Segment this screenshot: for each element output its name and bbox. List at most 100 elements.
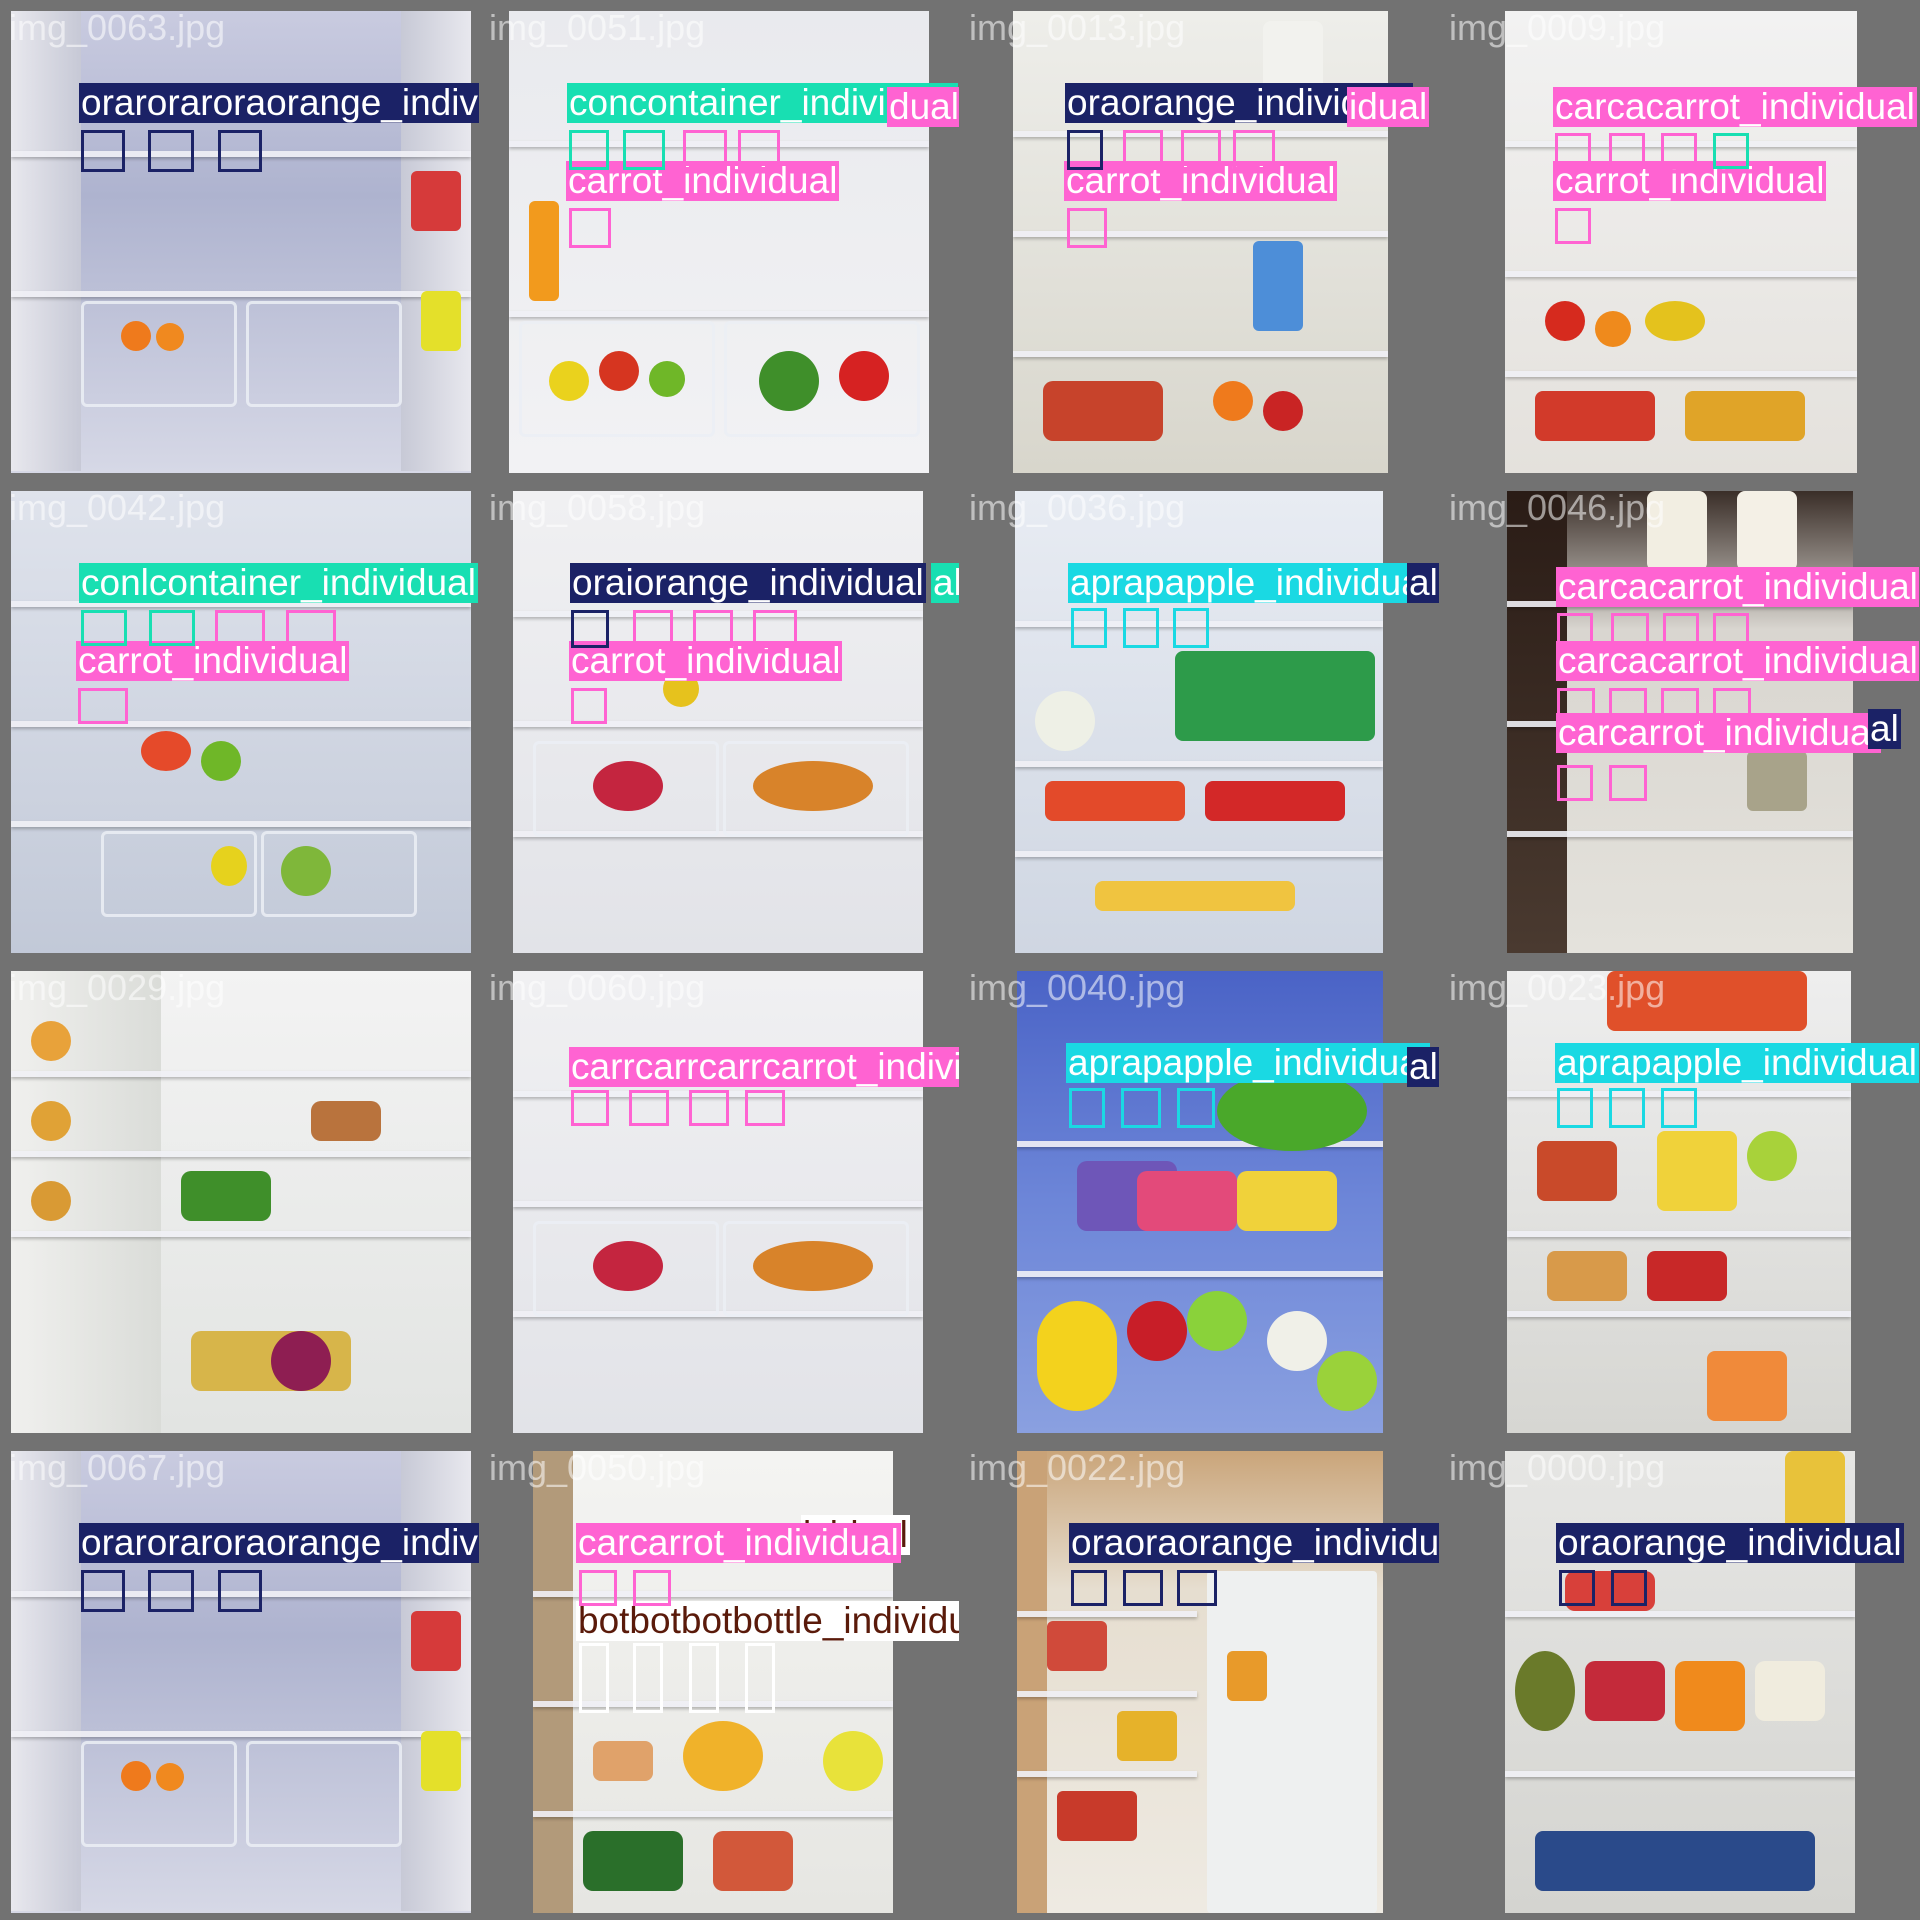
carrot-bounding-box: [1067, 208, 1107, 248]
carrot-bounding-box: [1609, 688, 1647, 724]
detection-label: oraiorange_individual: [570, 562, 926, 603]
tile-img-0042: img_0042.jpg conlcontainer_individual du…: [3, 483, 479, 959]
bottle-bounding-box: [689, 1643, 719, 1713]
fridge-photo: [1505, 1451, 1855, 1913]
apple-bounding-box: [1173, 608, 1209, 648]
detection-label: idual: [1347, 86, 1430, 127]
carrot-bounding-box: [1555, 208, 1591, 244]
tile-img-0022: img_0022.jpg oraoraorange_individual: [963, 1443, 1439, 1919]
image-filename: img_0042.jpg: [9, 487, 226, 528]
detection-label: oraroraroraorange_individual: [79, 1523, 479, 1563]
carrot-bounding-box: [569, 208, 611, 248]
carrot-bounding-box: [1713, 133, 1749, 169]
image-filename: img_0029.jpg: [9, 967, 226, 1008]
carrot-bounding-box: [1663, 613, 1699, 649]
carrot-bounding-box: [571, 1090, 609, 1126]
apple-bounding-box: [1661, 1088, 1697, 1128]
detection-label: carcacarrot_individual: [1556, 566, 1919, 607]
orange-bounding-box: [571, 610, 609, 648]
apple-bounding-box: [1177, 1088, 1215, 1128]
carrot-bounding-box: [1609, 765, 1647, 801]
image-filename: img_0046.jpg: [1449, 487, 1666, 528]
orange-bounding-box: [218, 130, 262, 172]
detection-label: oraorange_individual: [1556, 1522, 1904, 1563]
carrot-bounding-box: [629, 1090, 669, 1126]
image-filename: img_0022.jpg: [969, 1447, 1186, 1488]
orange-bounding-box: [1123, 1570, 1163, 1606]
detection-label: aprapapple_individual: [1068, 562, 1433, 603]
orange-bounding-box: [81, 1570, 125, 1612]
orange-bounding-box: [81, 130, 125, 172]
apple-bounding-box: [1123, 608, 1159, 648]
tile-img-0023: img_0023.jpg aprapapple_individual: [1443, 963, 1919, 1439]
image-filename: img_0063.jpg: [9, 7, 226, 48]
carrot-bounding-box: [1557, 765, 1593, 801]
image-filename: img_0058.jpg: [489, 487, 706, 528]
detection-label: conlcontainer_individual: [79, 562, 478, 603]
orange-bounding-box: [693, 610, 733, 648]
container-bounding-box: [569, 130, 609, 170]
container-bounding-box: [215, 610, 265, 646]
container-bounding-box: [623, 130, 665, 170]
tile-img-0040: img_0040.jpg aprapapple_individual al: [963, 963, 1439, 1439]
image-filename: img_0023.jpg: [1449, 967, 1666, 1008]
orange-bounding-box: [633, 610, 673, 648]
apple-bounding-box: [1557, 1088, 1593, 1128]
orange-bounding-box: [148, 130, 194, 172]
carrot-bounding-box: [1555, 133, 1591, 169]
detection-label: aprapapple_individual: [1066, 1042, 1431, 1083]
detection-label: oraroraroraorange_individual: [79, 83, 479, 123]
detection-label: al: [1407, 1046, 1439, 1087]
orange-bounding-box: [1233, 130, 1275, 170]
carrot-bounding-box: [571, 688, 607, 724]
bottle-bounding-box: [633, 1643, 663, 1713]
detection-label: aprapapple_individual: [1555, 1042, 1919, 1083]
orange-bounding-box: [1067, 130, 1103, 170]
container-bounding-box: [738, 130, 780, 170]
tile-img-0060: img_0060.jpg carrcarrcarrcarrot_individu…: [483, 963, 959, 1439]
tile-img-0058: img_0058.jpg oraiorange_individual al du…: [483, 483, 959, 959]
detection-label: dual: [887, 86, 959, 127]
orange-bounding-box: [1559, 1570, 1595, 1606]
orange-bounding-box: [1181, 130, 1221, 170]
container-bounding-box: [149, 610, 195, 646]
orange-bounding-box: [218, 1570, 262, 1612]
carrot-bounding-box: [78, 688, 128, 724]
tile-img-0013: img_0013.jpg oraorange_individual idual …: [963, 3, 1439, 479]
detection-label: al: [1868, 708, 1901, 749]
image-filename: img_0051.jpg: [489, 7, 706, 48]
detection-label: al: [1407, 562, 1439, 603]
image-filename: img_0040.jpg: [969, 967, 1186, 1008]
detection-label: carcarrot_individual: [576, 1522, 901, 1563]
orange-bounding-box: [148, 1570, 194, 1612]
image-filename: img_0036.jpg: [969, 487, 1186, 528]
orange-bounding-box: [1123, 130, 1163, 170]
image-filename: img_0050.jpg: [489, 1447, 706, 1488]
tile-img-0051: img_0051.jpg concontainer_individual dua…: [483, 3, 959, 479]
tile-img-0046: img_0046.jpg carcacarrot_individual carc…: [1443, 483, 1919, 959]
fridge-photo: [1015, 491, 1383, 953]
carrot-bounding-box: [1713, 613, 1749, 649]
carrot-bounding-box: [1557, 613, 1593, 649]
fridge-photo: [513, 971, 923, 1433]
orange-bounding-box: [1611, 1570, 1647, 1606]
apple-bounding-box: [1121, 1088, 1161, 1128]
carrot-bounding-box: [1611, 613, 1649, 649]
detection-label: carrcarrcarrcarrot_individual: [569, 1047, 959, 1087]
orange-bounding-box: [1177, 1570, 1217, 1606]
tile-img-0009: img_0009.jpg carcacarrot_individual carr…: [1443, 3, 1919, 479]
image-filename: img_0067.jpg: [9, 1447, 226, 1488]
orange-bounding-box: [1071, 1570, 1107, 1606]
bottle-bounding-box: [579, 1643, 609, 1713]
detection-label: al: [931, 563, 959, 603]
apple-bounding-box: [1609, 1088, 1645, 1128]
tile-img-0050: img_0050.jpg ividual carcarrot_individua…: [483, 1443, 959, 1919]
fridge-photo: [1017, 1451, 1383, 1913]
carrot-bounding-box: [1713, 688, 1751, 724]
tile-img-0036: img_0036.jpg aprapapple_individual al: [963, 483, 1439, 959]
container-bounding-box: [683, 130, 727, 170]
orange-bounding-box: [753, 610, 797, 648]
carrot-bounding-box: [1661, 133, 1697, 169]
carrot-bounding-box: [1661, 688, 1699, 724]
fridge-photo: [11, 971, 471, 1433]
